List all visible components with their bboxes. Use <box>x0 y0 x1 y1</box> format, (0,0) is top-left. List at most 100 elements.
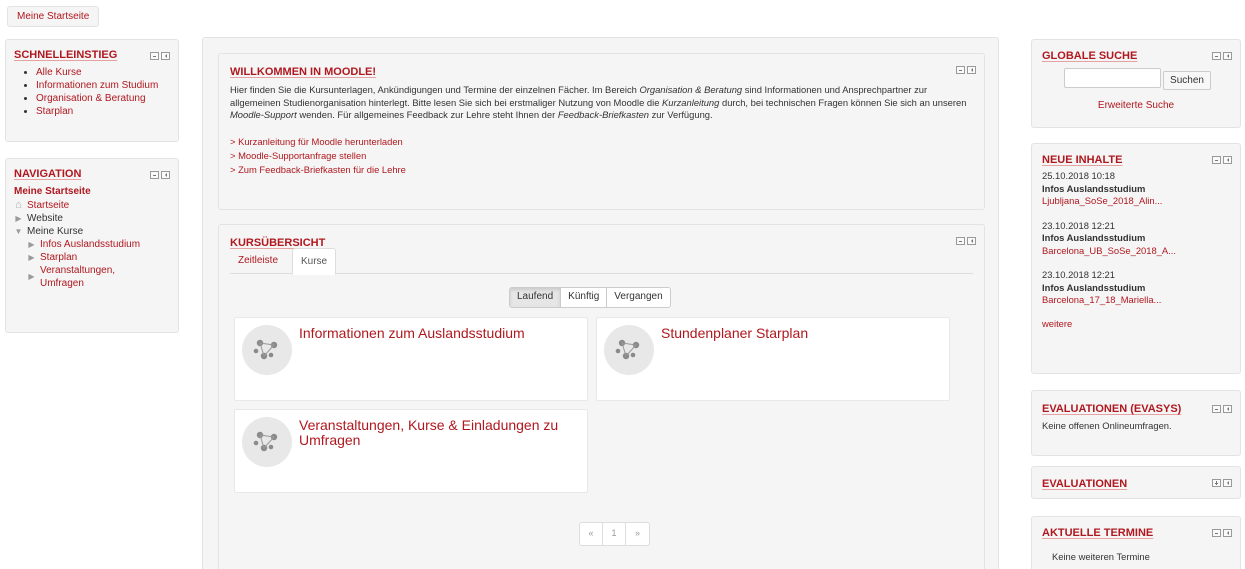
collapse-icon[interactable] <box>1212 405 1221 413</box>
link-informationen-studium[interactable]: Informationen zum Studium <box>36 80 158 91</box>
collapse-icon[interactable] <box>1212 529 1221 537</box>
link-feedback-briefkasten[interactable]: > Zum Feedback-Briefkasten für die Lehre <box>230 163 973 177</box>
course-icon <box>242 325 292 375</box>
block-controls <box>1212 156 1232 164</box>
news-course: Infos Auslandsstudium <box>1042 182 1146 194</box>
news-item: 25.10.2018 10:18 Infos Auslandsstudium L… <box>1042 170 1230 208</box>
collapse-icon[interactable] <box>956 66 965 74</box>
navigation-block: NAVIGATION Meine Startseite ⌂ Startseite … <box>5 158 179 333</box>
expand-icon[interactable] <box>1212 479 1221 487</box>
expand-arrow-icon[interactable]: ▶ <box>27 251 36 264</box>
course-card[interactable]: Veranstaltungen, Kurse & Einladungen zu … <box>234 409 588 493</box>
collapse-icon[interactable] <box>1212 52 1221 60</box>
block-title: NAVIGATION <box>14 168 82 180</box>
link-organisation-beratung[interactable]: Organisation & Beratung <box>36 93 146 104</box>
neue-inhalte-block: NEUE INHALTE 25.10.2018 10:18 Infos Ausl… <box>1031 143 1241 374</box>
course-card[interactable]: Stundenplaner Starplan <box>596 317 950 401</box>
block-controls <box>1212 405 1232 413</box>
link-kurzanleitung[interactable]: > Kurzanleitung für Moodle herunterladen <box>230 135 973 149</box>
block-title: GLOBALE SUCHE <box>1042 50 1138 62</box>
pager-next[interactable]: » <box>626 523 649 545</box>
dock-icon[interactable] <box>967 66 976 74</box>
dock-icon[interactable] <box>1223 479 1232 487</box>
filter-vergangen[interactable]: Vergangen <box>607 288 670 307</box>
course-title[interactable]: Veranstaltungen, Kurse & Einladungen zu … <box>299 418 577 448</box>
link-supportanfrage[interactable]: > Moodle-Supportanfrage stellen <box>230 149 973 163</box>
welcome-title: WILLKOMMEN IN MOODLE! <box>230 66 377 78</box>
dock-icon[interactable] <box>161 52 170 60</box>
block-controls <box>956 66 976 74</box>
expand-arrow-icon[interactable]: ▶ <box>27 238 36 251</box>
aktuelle-termine-block: AKTUELLE TERMINE Keine weiteren Termine <box>1031 516 1241 569</box>
news-date: 23.10.2018 12:21 <box>1042 269 1115 280</box>
block-controls <box>150 52 170 60</box>
course-card[interactable]: Informationen zum Auslandsstudium <box>234 317 588 401</box>
block-controls <box>1212 52 1232 60</box>
link-alle-kurse[interactable]: Alle Kurse <box>36 67 82 78</box>
welcome-text: Hier finden Sie die Kursunterlagen, Ankü… <box>230 84 967 120</box>
dock-icon[interactable] <box>1223 405 1232 413</box>
collapse-icon[interactable] <box>1212 156 1221 164</box>
evasys-text: Keine offenen Onlineumfragen. <box>1042 420 1172 431</box>
news-file-link[interactable]: Barcelona_17_18_Mariella... <box>1042 294 1230 307</box>
evaluationen-block: EVALUATIONEN <box>1031 466 1241 499</box>
pager-page[interactable]: 1 <box>603 523 626 545</box>
news-course: Infos Auslandsstudium <box>1042 232 1146 243</box>
pagination: « 1 » <box>579 522 650 546</box>
main-region: WILLKOMMEN IN MOODLE! Hier finden Sie di… <box>202 37 999 569</box>
evasys-block: EVALUATIONEN (EVASYS) Keine offenen Onli… <box>1031 390 1241 456</box>
block-title: EVALUATIONEN (EVASYS) <box>1042 403 1182 415</box>
search-input[interactable] <box>1064 68 1161 88</box>
block-title: EVALUATIONEN <box>1042 478 1128 490</box>
nav-item-meine-kurse[interactable]: Meine Kurse <box>27 225 83 238</box>
tab-bar: Zeitleiste Kurse <box>230 248 973 275</box>
block-controls <box>956 237 976 245</box>
dock-icon[interactable] <box>967 237 976 245</box>
collapse-icon[interactable] <box>956 237 965 245</box>
schnelleinstieg-block: SCHNELLEINSTIEG Alle Kurse Informationen… <box>5 39 179 142</box>
nav-item-website[interactable]: Website <box>27 212 63 225</box>
expand-arrow-icon[interactable]: ▶ <box>14 212 23 225</box>
collapse-icon[interactable] <box>150 52 159 60</box>
dock-icon[interactable] <box>1223 529 1232 537</box>
news-file-link[interactable]: Barcelona_UB_SoSe_2018_A... <box>1042 245 1230 258</box>
news-date: 23.10.2018 12:21 <box>1042 219 1115 231</box>
course-filter: Laufend Künftig Vergangen <box>509 287 671 308</box>
nav-item-infos-auslandsstudium[interactable]: Infos Auslandsstudium <box>40 238 140 251</box>
nav-item-startseite[interactable]: Startseite <box>27 199 69 212</box>
dock-icon[interactable] <box>161 171 170 179</box>
collapse-arrow-icon[interactable]: ▼ <box>14 225 23 238</box>
nav-item-starplan[interactable]: Starplan <box>40 251 77 264</box>
dock-icon[interactable] <box>1223 156 1232 164</box>
filter-kuenftig[interactable]: Künftig <box>561 288 608 307</box>
news-item: 23.10.2018 12:21 Infos Auslandsstudium B… <box>1042 269 1230 307</box>
block-controls <box>1212 479 1232 487</box>
link-erweiterte-suche[interactable]: Erweiterte Suche <box>1032 100 1240 111</box>
nav-item-veranstaltungen[interactable]: Veranstaltungen, Umfragen <box>40 264 115 290</box>
block-title: NEUE INHALTE <box>1042 154 1123 166</box>
collapse-icon[interactable] <box>150 171 159 179</box>
nav-current-page[interactable]: Meine Startseite <box>14 185 170 198</box>
search-button[interactable]: Suchen <box>1163 71 1211 90</box>
block-title: SCHNELLEINSTIEG <box>14 49 118 61</box>
nav-label-line1: Veranstaltungen, <box>40 265 116 276</box>
course-title[interactable]: Informationen zum Auslandsstudium <box>299 326 577 341</box>
block-controls <box>1212 529 1232 537</box>
news-item: 23.10.2018 12:21 Infos Auslandsstudium B… <box>1042 220 1230 258</box>
link-weitere[interactable]: weitere <box>1042 318 1230 329</box>
filter-laufend[interactable]: Laufend <box>510 288 562 307</box>
pager-prev[interactable]: « <box>580 523 603 545</box>
news-date: 25.10.2018 10:18 <box>1042 170 1115 181</box>
tab-kurse[interactable]: Kurse <box>292 248 337 275</box>
tab-zeitleiste[interactable]: Zeitleiste <box>230 248 286 275</box>
course-icon <box>242 417 292 467</box>
block-controls <box>150 171 170 179</box>
termine-text: Keine weiteren Termine <box>1052 551 1150 562</box>
course-title[interactable]: Stundenplaner Starplan <box>661 326 939 341</box>
expand-arrow-icon[interactable]: ▶ <box>27 270 36 283</box>
nav-current-label: Meine Startseite <box>14 186 91 197</box>
dock-icon[interactable] <box>1223 52 1232 60</box>
link-starplan[interactable]: Starplan <box>36 106 73 117</box>
breadcrumb-home[interactable]: Meine Startseite <box>7 6 100 27</box>
news-file-link[interactable]: Ljubljana_SoSe_2018_Alin... <box>1042 195 1230 208</box>
